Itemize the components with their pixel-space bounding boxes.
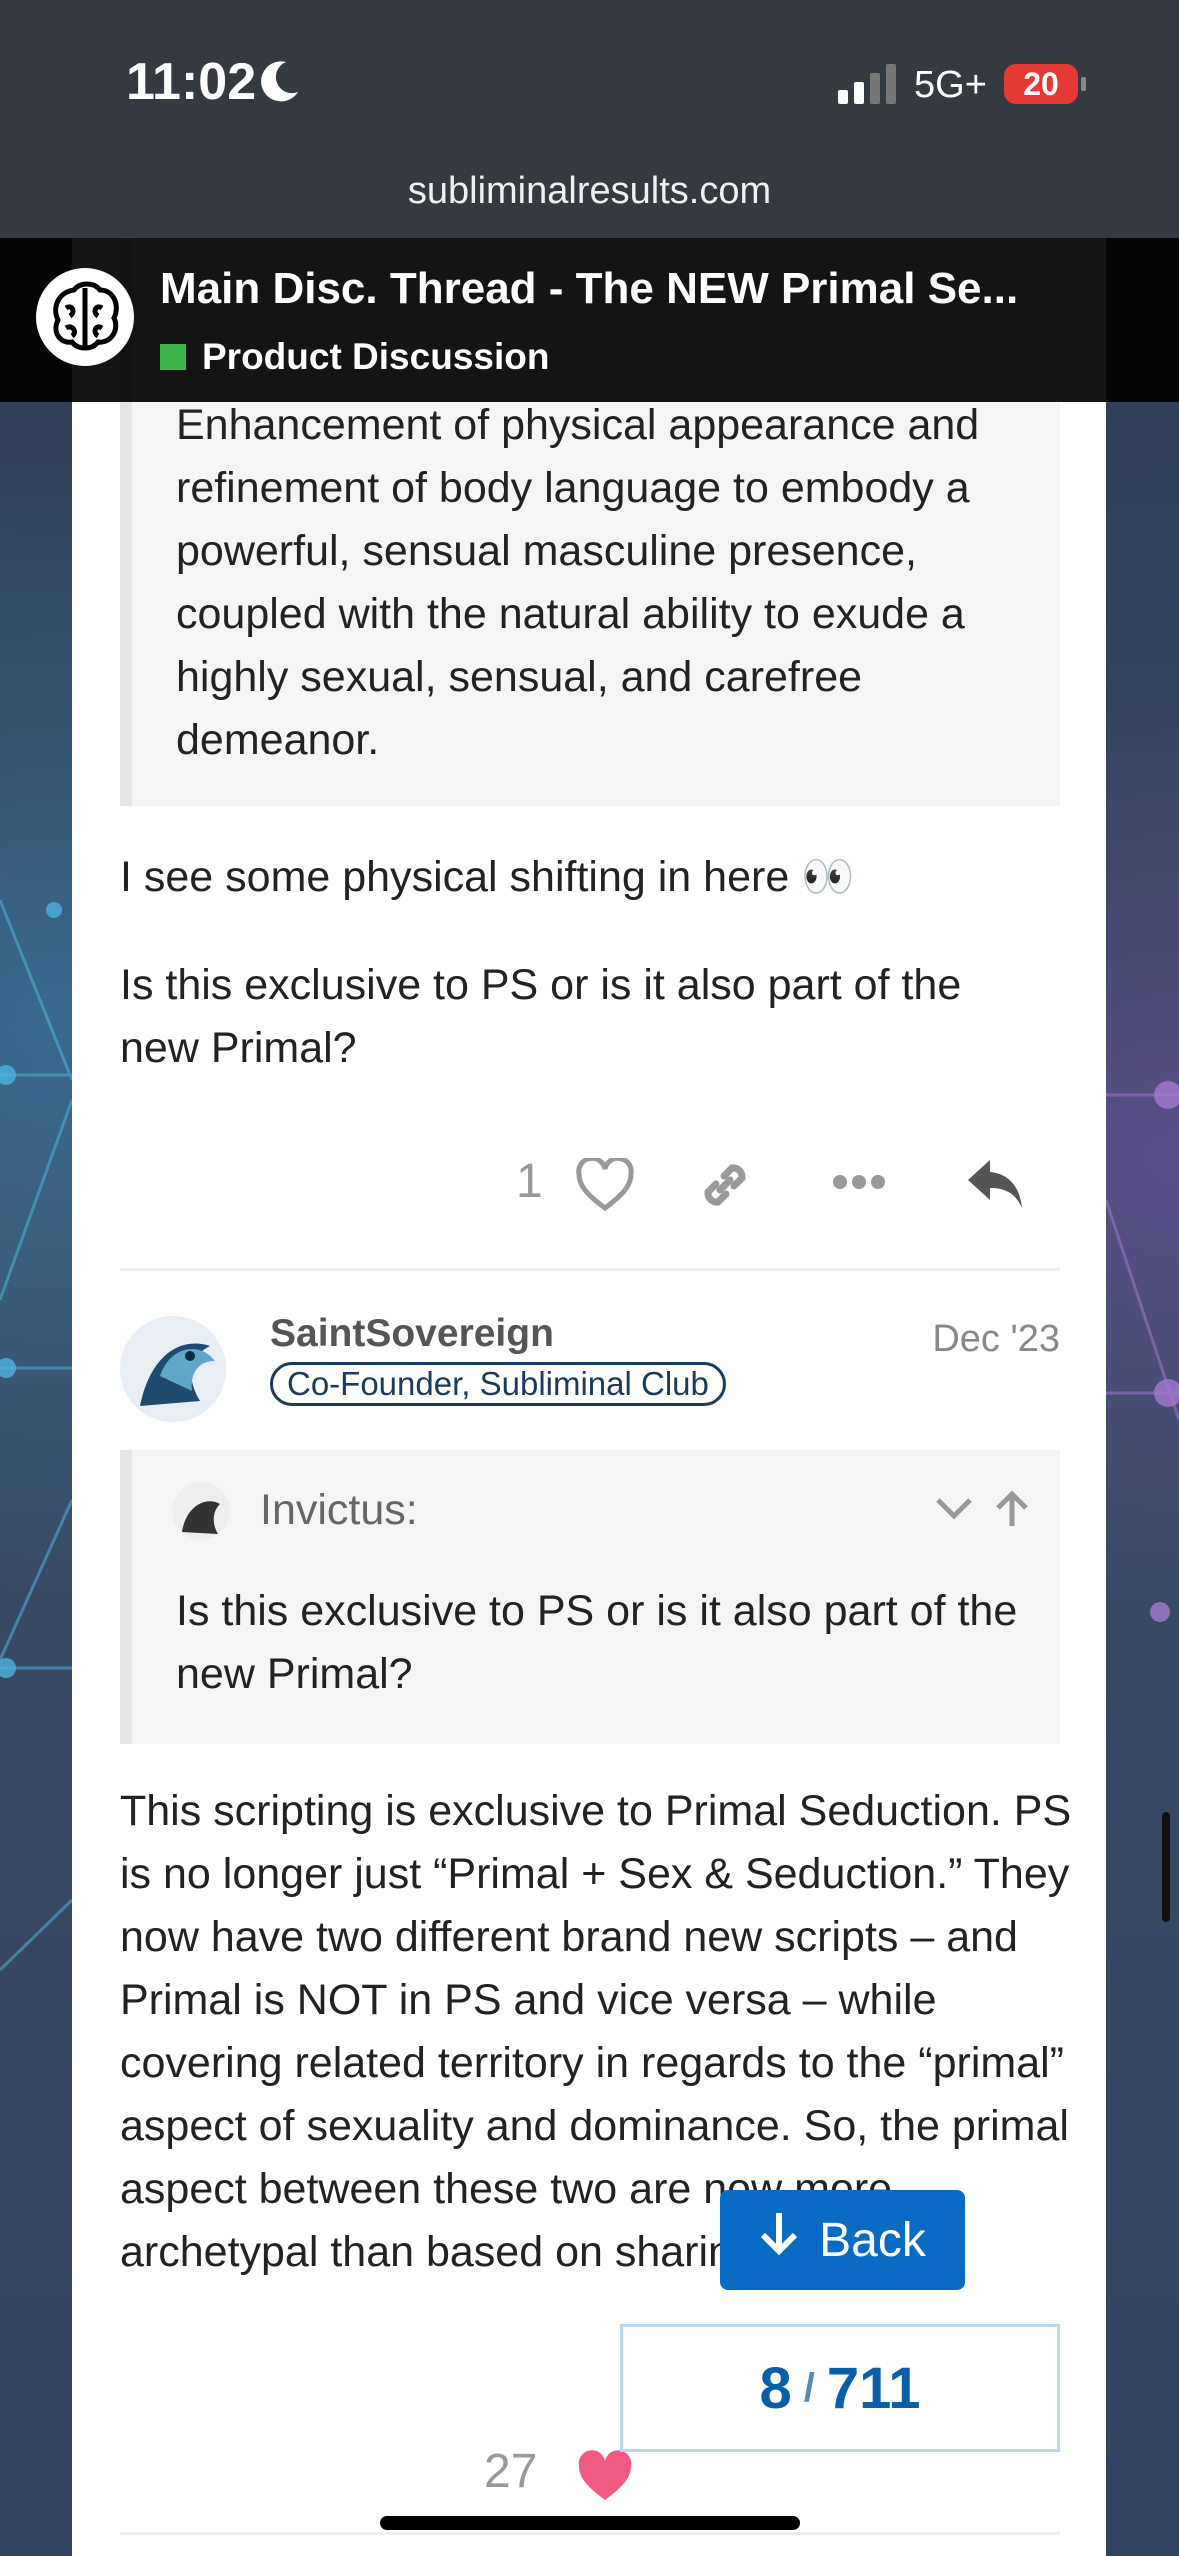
back-label: Back bbox=[819, 2213, 926, 2267]
quote-text: Is this exclusive to PS or is it also pa… bbox=[176, 1587, 1018, 1698]
quote-text: Enhancement of physical appearance and r… bbox=[176, 401, 980, 764]
arrow-down-icon bbox=[759, 2211, 799, 2269]
category-badge[interactable]: Product Discussion bbox=[160, 336, 549, 378]
arrow-up-icon[interactable] bbox=[996, 1490, 1028, 1526]
scrollbar[interactable] bbox=[1162, 1812, 1170, 1922]
heart-icon[interactable] bbox=[576, 1155, 634, 1217]
topic-header[interactable]: Main Disc. Thread - The NEW Primal Se...… bbox=[0, 238, 1179, 402]
brain-logo-icon[interactable] bbox=[36, 268, 134, 366]
post-date[interactable]: Dec '23 bbox=[932, 1318, 1060, 1361]
avatar[interactable] bbox=[120, 1316, 226, 1422]
clock: 11:02 bbox=[126, 53, 257, 111]
progress-separator: / bbox=[803, 2365, 815, 2410]
post-divider bbox=[120, 1268, 1060, 1271]
topic-progress[interactable]: 8 / 711 bbox=[620, 2324, 1060, 2452]
user-flair: Co-Founder, Subliminal Club bbox=[270, 1362, 726, 1406]
like-count[interactable]: 27 bbox=[484, 2444, 537, 2499]
post-paragraph: Is this exclusive to PS or is it also pa… bbox=[120, 961, 962, 1072]
more-icon[interactable] bbox=[832, 1172, 886, 1197]
chevron-down-icon[interactable] bbox=[936, 1498, 972, 1520]
username[interactable]: SaintSovereign bbox=[270, 1312, 554, 1356]
post-actions: 1 bbox=[72, 1152, 1106, 1232]
like-count[interactable]: 1 bbox=[516, 1154, 543, 1209]
category-label: Product Discussion bbox=[202, 336, 550, 377]
address-url[interactable]: subliminalresults.com bbox=[0, 170, 1179, 213]
post-divider bbox=[120, 2532, 1060, 2535]
quote-author[interactable]: Invictus: bbox=[260, 1486, 418, 1535]
quote-controls bbox=[934, 1486, 1030, 1535]
status-bar: 11:02 5G+ 20 subliminalresults.com bbox=[0, 0, 1179, 238]
quote-avatar bbox=[172, 1482, 230, 1540]
heart-icon[interactable] bbox=[576, 2450, 634, 2509]
post-paragraph: I see some physical shifting in here 👀 bbox=[120, 853, 855, 901]
link-icon[interactable] bbox=[696, 1156, 754, 1219]
back-button[interactable]: Back bbox=[720, 2190, 965, 2290]
battery-tip bbox=[1081, 77, 1086, 91]
category-color-swatch bbox=[160, 344, 186, 370]
battery-icon: 20 bbox=[1004, 64, 1078, 104]
signal-icon bbox=[838, 64, 902, 109]
progress-total: 711 bbox=[826, 2355, 921, 2421]
home-indicator[interactable] bbox=[380, 2516, 800, 2530]
progress-current: 8 bbox=[759, 2355, 792, 2421]
moon-icon bbox=[256, 58, 302, 109]
network-type: 5G+ bbox=[914, 64, 987, 106]
post-actions: 27 bbox=[72, 2444, 1106, 2524]
topic-title[interactable]: Main Disc. Thread - The NEW Primal Se... bbox=[160, 264, 1160, 314]
quote-block: Invictus: Is this exclusive to PS or is … bbox=[120, 1450, 1060, 1744]
reply-icon[interactable] bbox=[966, 1156, 1026, 1217]
